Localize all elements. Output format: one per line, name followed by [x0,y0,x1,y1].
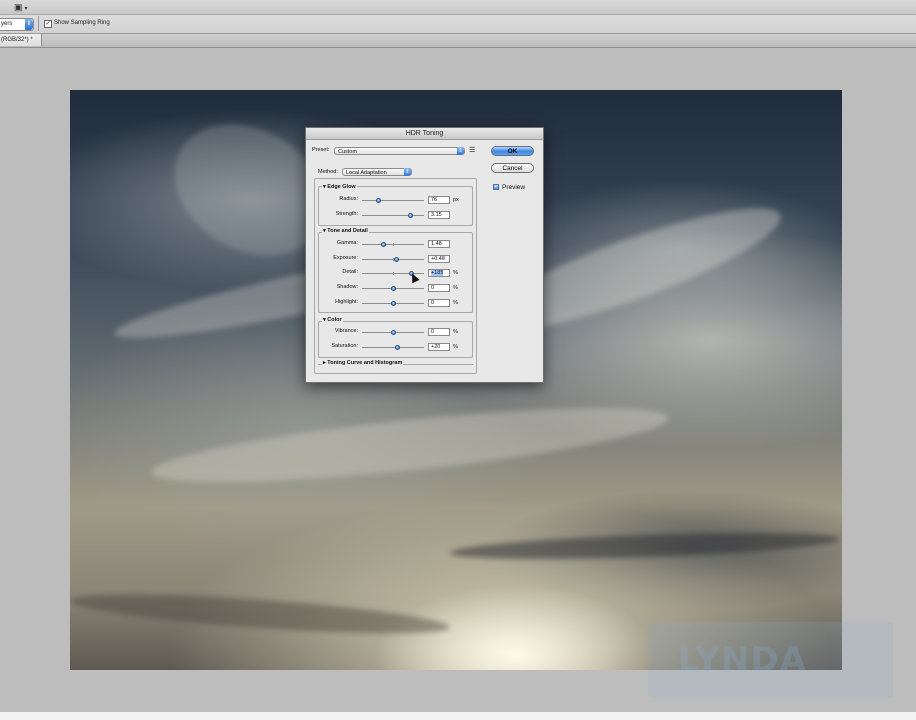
color-heading[interactable]: ▾ Color [322,317,343,323]
radius-value: 76 [431,197,438,203]
saturation-value: +20 [431,344,441,350]
toning-curve-label: Toning Curve and Histogram [327,360,403,366]
strength-slider-thumb[interactable] [407,213,413,218]
highlight-field[interactable]: 0 [428,299,450,307]
sample-size-value: yers [1,21,13,27]
vibrance-slider-thumb[interactable] [390,330,396,335]
edge-glow-title: Edge Glow [327,184,356,190]
detail-unit: % [453,270,458,276]
exposure-field[interactable]: +0.48 [428,255,450,263]
gamma-value: 1.48 [431,241,442,247]
color-title: Color [327,317,342,323]
strength-field[interactable]: 3.15 [428,211,450,219]
highlight-unit: % [453,300,458,306]
preview-checkbox[interactable]: ✓ [493,184,499,190]
cancel-button[interactable]: Cancel [491,163,534,173]
cloud-streak-dark [70,586,451,642]
gamma-label: Gamma: [336,240,358,246]
exposure-slider-thumb[interactable] [393,257,399,262]
strength-value: 3.15 [431,212,442,218]
document-tab[interactable]: (RGB/32*) * [0,34,42,46]
shadow-unit: % [453,285,458,291]
vibrance-label: Vibrance: [334,328,358,334]
saturation-unit: % [453,344,458,350]
divider [38,16,39,31]
method-select[interactable]: Local Adaptation ⇕ [342,168,412,176]
toning-curve-heading[interactable]: ▸ Toning Curve and Histogram [322,360,404,366]
vibrance-value: 0 [431,329,435,335]
document-tab-bar: (RGB/32*) * [0,34,916,48]
watermark-logo: LYNDA [648,622,893,698]
radius-unit: px [453,197,459,203]
method-value: Local Adaptation [346,170,387,176]
ok-button[interactable]: OK [491,146,534,156]
cloud-streak [148,392,672,498]
slider-center-tick [393,272,394,275]
detail-label: Detail: [342,269,358,275]
document-tab-label: (RGB/32*) * [1,37,33,43]
sample-size-select[interactable]: yers ⇕ [0,18,34,31]
edge-glow-group [318,186,473,226]
strength-label: Strength: [335,211,358,217]
shadow-label: Shadow: [336,284,358,290]
preset-select[interactable]: Custom ⇕ [334,147,465,155]
highlight-slider-thumb[interactable] [390,301,396,306]
highlight-label: Highlight: [335,299,358,305]
radius-slider-thumb[interactable] [375,198,381,203]
shadow-value: 0 [431,285,435,291]
shadow-slider-thumb[interactable] [390,286,396,291]
vibrance-unit: % [453,329,458,335]
radius-label: Radius: [339,196,358,202]
highlight-value: 0 [431,300,435,306]
gamma-slider-thumb[interactable] [380,242,386,247]
detail-field[interactable]: +185 [428,269,450,277]
edge-glow-heading[interactable]: ▾ Edge Glow [322,184,357,190]
application-bar: ▣ ▾ [0,0,916,15]
slider-center-tick [393,243,394,246]
dialog-title: HDR Toning [306,128,543,140]
preset-menu-icon[interactable]: ☰ [469,146,475,154]
tone-detail-title: Tone and Detail [327,228,368,234]
vibrance-field[interactable]: 0 [428,328,450,336]
exposure-label: Exposure: [333,255,358,261]
radius-field[interactable]: 76 [428,196,450,204]
cloud-streak-dark [449,528,841,564]
select-arrows-icon: ⇕ [457,147,464,155]
method-label: Method: [318,169,338,175]
color-group [318,321,473,358]
select-arrows-icon: ⇕ [25,19,33,30]
preset-label: Preset: [312,147,330,153]
tone-detail-heading[interactable]: ▾ Tone and Detail [322,228,369,234]
saturation-field[interactable]: +20 [428,343,450,351]
strength-slider-track[interactable] [362,215,424,216]
exposure-value: +0.48 [431,256,445,262]
preview-label: Preview [502,184,526,191]
detail-value: +185 [431,270,444,276]
saturation-slider-track[interactable] [362,347,424,348]
shadow-field[interactable]: 0 [428,284,450,292]
show-sampling-ring-checkbox[interactable]: ✓ Show Sampling Ring [44,20,110,28]
options-bar: ▣ ▾ yers ⇕ ✓ Show Sampling Ring [0,0,916,34]
hdr-toning-dialog: HDR Toning Preset: Custom ⇕ ☰ Method: Lo… [305,127,544,383]
tool-preset-icon[interactable]: ▣ ▾ [14,2,28,13]
show-sampling-ring-label: Show Sampling Ring [54,20,110,26]
preset-value: Custom [338,149,357,155]
saturation-label: Saturation: [331,343,358,349]
select-arrows-icon: ⇕ [404,168,411,176]
bottom-edge [0,712,916,720]
gamma-field[interactable]: 1.48 [428,240,450,248]
checkbox-check-icon: ✓ [44,20,52,28]
radius-slider-track[interactable] [362,200,424,201]
